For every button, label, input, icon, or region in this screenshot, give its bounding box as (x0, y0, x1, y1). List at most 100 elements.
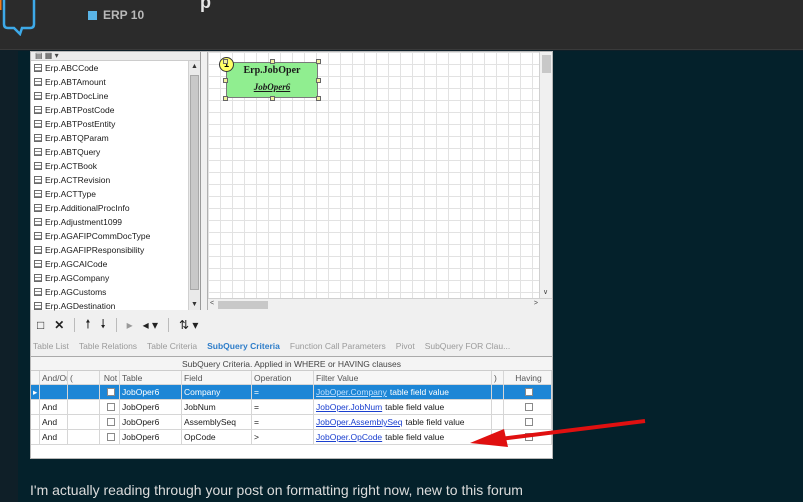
resize-handle[interactable] (316, 78, 321, 83)
delete-icon[interactable]: ✕ (54, 318, 64, 332)
row-indicator[interactable] (31, 415, 40, 429)
cell-close-paren[interactable] (492, 385, 504, 399)
column-header-having[interactable]: Having (504, 371, 552, 384)
scroll-thumb[interactable] (218, 301, 268, 309)
scroll-up-icon[interactable]: ▲ (191, 63, 198, 70)
new-row-icon[interactable]: □ (37, 318, 44, 332)
filter-value-link[interactable]: JobOper.OpCode (316, 432, 382, 442)
table-row[interactable]: And JobOper6 JobNum = JobOper.JobNum table fi… (31, 400, 552, 415)
tab-subquery-for-clause[interactable]: SubQuery FOR Clau... (425, 341, 511, 351)
embedded-screenshot[interactable]: ▤ ▦ ▾ Erp.ABCCode Erp.ABTAmount Erp.ABTDoc… (30, 51, 553, 459)
indent-left-icon[interactable]: ◂ ▾ (143, 318, 158, 332)
indent-right-icon[interactable]: ▸ (127, 318, 133, 332)
cell-andor[interactable] (40, 385, 68, 399)
resize-handle[interactable] (223, 96, 228, 101)
resize-handle[interactable] (270, 96, 275, 101)
scroll-thumb[interactable] (190, 75, 199, 290)
query-table-box[interactable]: 1 Erp.JobOper JobOper6 (219, 57, 321, 101)
row-indicator[interactable]: ▸ (31, 385, 40, 399)
cell-table[interactable]: JobOper6 (120, 385, 182, 399)
cell-operation[interactable]: = (252, 385, 314, 399)
column-header-not[interactable]: Not (100, 371, 120, 384)
filter-value-link[interactable]: JobOper.JobNum (316, 402, 382, 412)
tab-function-call-parameters[interactable]: Function Call Parameters (290, 341, 386, 351)
tab-table-relations[interactable]: Table Relations (79, 341, 137, 351)
table-list-item[interactable]: Erp.ABTDocLine (31, 89, 200, 103)
cell-open-paren[interactable] (68, 430, 100, 444)
cell-field[interactable]: AssemblySeq (182, 415, 252, 429)
cell-close-paren[interactable] (492, 400, 504, 414)
table-list-item[interactable]: Erp.ABCCode (31, 61, 200, 75)
table-list-item[interactable]: Erp.AGCAICode (31, 257, 200, 271)
resize-handle[interactable] (223, 59, 228, 64)
resize-handle[interactable] (316, 96, 321, 101)
canvas-horizontal-scrollbar[interactable]: < > (208, 298, 552, 310)
table-list-item[interactable]: Erp.AdditionalProcInfo (31, 201, 200, 215)
filter-value-link[interactable]: JobOper.Company (316, 387, 387, 397)
move-up-icon[interactable]: 🠕 (85, 315, 90, 336)
cell-having[interactable] (504, 400, 552, 414)
cell-operation[interactable]: = (252, 400, 314, 414)
cell-table[interactable]: JobOper6 (120, 415, 182, 429)
scroll-down-icon[interactable]: ▼ (191, 301, 198, 308)
cell-field[interactable]: JobNum (182, 400, 252, 414)
canvas-vertical-scrollbar[interactable]: ∨ (539, 52, 552, 298)
cell-not[interactable] (100, 415, 120, 429)
tab-table-criteria[interactable]: Table Criteria (147, 341, 197, 351)
scroll-right-icon[interactable]: > (534, 300, 538, 307)
row-indicator[interactable] (31, 430, 40, 444)
resize-handle[interactable] (223, 78, 228, 83)
resize-handle[interactable] (316, 59, 321, 64)
table-list-item[interactable]: Erp.ABTQuery (31, 145, 200, 159)
column-header-field[interactable]: Field (182, 371, 252, 384)
table-list-item[interactable]: Erp.AGAFIPResponsibility (31, 243, 200, 257)
cell-andor[interactable]: And (40, 430, 68, 444)
column-header-table[interactable]: Table (120, 371, 182, 384)
move-down-icon[interactable]: 🠗 (100, 315, 105, 336)
cell-andor[interactable]: And (40, 415, 68, 429)
query-designer-canvas[interactable]: 1 Erp.JobOper JobOper6 ∨ < > (207, 52, 552, 310)
table-list-item[interactable]: Erp.ABTPostCode (31, 103, 200, 117)
scroll-thumb[interactable] (542, 55, 551, 73)
cell-open-paren[interactable] (68, 385, 100, 399)
cell-not[interactable] (100, 430, 120, 444)
cell-not[interactable] (100, 400, 120, 414)
column-header-operation[interactable]: Operation (252, 371, 314, 384)
filter-value-link[interactable]: JobOper.AssemblySeq (316, 417, 402, 427)
column-header-close-paren[interactable]: ) (492, 371, 504, 384)
not-checkbox[interactable] (106, 388, 115, 396)
resize-handle[interactable] (270, 59, 275, 64)
cell-open-paren[interactable] (68, 415, 100, 429)
not-checkbox[interactable] (106, 433, 115, 441)
column-header-filter-value[interactable]: Filter Value (314, 371, 492, 384)
having-checkbox[interactable] (524, 403, 533, 411)
table-list-item[interactable]: Erp.ABTQParam (31, 131, 200, 145)
table-row[interactable]: ▸ JobOper6 Company = JobOper.Company table fi… (31, 385, 552, 400)
topic-title-fragment[interactable]: p (200, 0, 213, 13)
table-list-item[interactable]: Erp.AGCustoms (31, 285, 200, 299)
row-indicator[interactable] (31, 400, 40, 414)
not-checkbox[interactable] (106, 418, 115, 426)
not-checkbox[interactable] (106, 403, 115, 411)
tab-pivot[interactable]: Pivot (396, 341, 415, 351)
column-header-andor[interactable]: And/Or (40, 371, 68, 384)
table-list-scrollbar[interactable]: ▲ ▼ (188, 61, 200, 310)
cell-filter-value[interactable]: JobOper.JobNum table field value (314, 400, 492, 414)
cell-table[interactable]: JobOper6 (120, 430, 182, 444)
sort-icon[interactable]: ⇅ ▾ (179, 318, 198, 332)
cell-table[interactable]: JobOper6 (120, 400, 182, 414)
table-list-item[interactable]: Erp.ACTType (31, 187, 200, 201)
cell-operation[interactable]: > (252, 430, 314, 444)
cell-field[interactable]: OpCode (182, 430, 252, 444)
scroll-down-icon[interactable]: ∨ (543, 288, 548, 296)
cell-field[interactable]: Company (182, 385, 252, 399)
table-list-item[interactable]: Erp.ABTAmount (31, 75, 200, 89)
cell-open-paren[interactable] (68, 400, 100, 414)
table-list-item[interactable]: Erp.AGDestination (31, 299, 200, 313)
cell-having[interactable] (504, 385, 552, 399)
forum-logo-icon[interactable] (0, 0, 36, 36)
tab-subquery-criteria[interactable]: SubQuery Criteria (207, 341, 280, 351)
tab-table-list[interactable]: Table List (33, 341, 69, 351)
having-checkbox[interactable] (524, 388, 533, 396)
table-list-item[interactable]: Erp.Adjustment1099 (31, 215, 200, 229)
